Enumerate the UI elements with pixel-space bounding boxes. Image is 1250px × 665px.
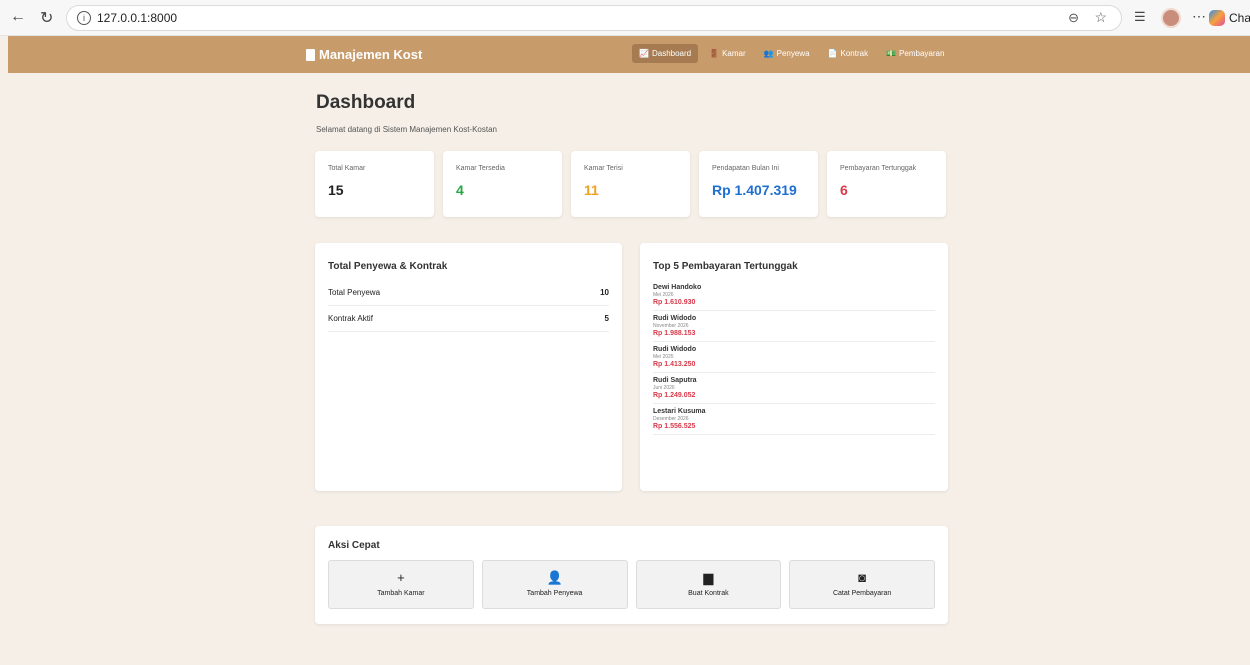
action-label: Buat Kontrak	[688, 590, 729, 597]
stats-row: Total Kamar 15 Kamar Tersedia 4 Kamar Te…	[315, 151, 948, 217]
record-payment-button[interactable]: ◙ Catat Pembayaran	[789, 560, 935, 609]
stat-value: 15	[328, 182, 344, 198]
favorites-list-icon[interactable]: ☰	[1134, 9, 1146, 25]
chat-button[interactable]: Chat	[1203, 6, 1250, 30]
overdue-month: Mei 2026	[653, 292, 674, 298]
money-icon: 💵	[886, 49, 897, 58]
add-room-button[interactable]: + Tambah Kamar	[328, 560, 474, 609]
add-tenant-button[interactable]: 👤 Tambah Penyewa	[481, 560, 628, 609]
overdue-name: Dewi Handoko	[653, 284, 702, 291]
overdue-name: Rudi Widodo	[653, 315, 697, 322]
overdue-item: Rudi Widodo November 2026 Rp 1.988.153	[653, 311, 935, 342]
stat-card-kamar-terisi: Kamar Terisi 11	[571, 151, 690, 217]
overdue-month: Juni 2026	[653, 385, 675, 391]
overdue-list: Dewi Handoko Mei 2026 Rp 1.610.930 Rudi …	[653, 280, 935, 435]
file-contract-icon: ▆	[703, 570, 714, 585]
nav-link-pembayaran[interactable]: 💵 Pembayaran	[879, 44, 951, 63]
overdue-item: Rudi Widodo Mei 2025 Rp 1.413.250	[653, 342, 935, 373]
page-title: Dashboard	[316, 92, 416, 113]
stat-value: 6	[840, 182, 848, 198]
summary-row: Kontrak Aktif 5	[328, 306, 609, 332]
overdue-amount: Rp 1.413.250	[653, 361, 696, 368]
app-navbar: Manajemen Kost 📈 Dashboard 🚪 Kamar 👥 Pen…	[8, 36, 1250, 73]
overdue-name: Lestari Kusuma	[653, 408, 706, 415]
nav-link-penyewa[interactable]: 👥 Penyewa	[757, 44, 817, 63]
nav-link-label: Penyewa	[776, 49, 810, 58]
stat-label: Pembayaran Tertunggak	[840, 165, 917, 172]
stat-label: Kamar Tersedia	[456, 165, 505, 172]
overdue-name: Rudi Widodo	[653, 346, 697, 353]
overdue-item: Dewi Handoko Mei 2026 Rp 1.610.930	[653, 280, 935, 311]
overdue-month: Desember 2026	[653, 416, 689, 422]
overdue-title: Top 5 Pembayaran Tertunggak	[653, 261, 798, 272]
chat-label: Chat	[1229, 11, 1250, 25]
overdue-month: November 2026	[653, 323, 689, 329]
create-contract-button[interactable]: ▆ Buat Kontrak	[635, 560, 782, 609]
plus-icon: +	[397, 570, 405, 585]
page-subtitle: Selamat datang di Sistem Manajemen Kost-…	[316, 125, 497, 134]
stat-card-total-kamar: Total Kamar 15	[315, 151, 434, 217]
back-arrow-icon[interactable]: ←	[10, 8, 26, 26]
zoom-icon[interactable]: ⊖	[1068, 10, 1079, 26]
site-info-icon[interactable]: i	[77, 11, 91, 25]
quick-actions-title: Aksi Cepat	[328, 540, 380, 551]
stat-label: Total Kamar	[328, 165, 366, 172]
overdue-amount: Rp 1.610.930	[653, 299, 696, 306]
overdue-name: Rudi Saputra	[653, 377, 697, 384]
nav-link-label: Pembayaran	[899, 49, 945, 58]
user-plus-icon: 👤	[546, 570, 563, 585]
stat-card-tertunggak: Pembayaran Tertunggak 6	[827, 151, 946, 217]
overdue-card: Top 5 Pembayaran Tertunggak Dewi Handoko…	[640, 243, 948, 491]
stat-label: Kamar Terisi	[584, 165, 623, 172]
nav-links: 📈 Dashboard 🚪 Kamar 👥 Penyewa 📄 Kontrak …	[632, 44, 951, 63]
brand-label: Manajemen Kost	[319, 47, 423, 62]
stat-value: 4	[456, 182, 464, 198]
quick-actions-row: + Tambah Kamar 👤 Tambah Penyewa ▆ Buat K…	[328, 560, 935, 609]
stat-card-pendapatan: Pendapatan Bulan Ini Rp 1.407.319	[699, 151, 818, 217]
action-label: Tambah Penyewa	[526, 590, 583, 597]
overdue-item: Rudi Saputra Juni 2026 Rp 1.249.052	[653, 373, 935, 404]
page-header: Dashboard Selamat datang di Sistem Manaj…	[316, 92, 948, 134]
profile-avatar[interactable]	[1161, 8, 1181, 28]
stat-value: Rp 1.407.319	[712, 182, 797, 198]
copilot-icon	[1209, 10, 1225, 26]
stat-value: 11	[584, 182, 599, 198]
chart-line-icon: 📈	[639, 49, 649, 58]
door-icon: 🚪	[709, 49, 720, 58]
url-text[interactable]: 127.0.0.1:8000	[97, 11, 177, 25]
overdue-amount: Rp 1.988.153	[653, 330, 696, 337]
brand-link[interactable]: Manajemen Kost	[306, 47, 422, 62]
browser-toolbar: ← ↻ i 127.0.0.1:8000 ⊖ ☆ ☰ ⋯ Chat	[0, 0, 1250, 36]
nav-link-label: Kontrak	[840, 49, 869, 58]
overdue-item: Lestari Kusuma Desember 2026 Rp 1.556.52…	[653, 404, 935, 435]
summary-row-label: Total Penyewa	[328, 288, 381, 297]
building-icon	[306, 48, 315, 61]
action-label: Tambah Kamar	[377, 590, 425, 597]
users-icon: 👥	[763, 49, 774, 58]
reload-icon[interactable]: ↻	[40, 8, 53, 28]
stat-label: Pendapatan Bulan Ini	[712, 165, 779, 172]
overdue-amount: Rp 1.249.052	[653, 392, 696, 399]
nav-link-label: Kamar	[722, 49, 746, 58]
overdue-month: Mei 2025	[653, 354, 674, 360]
nav-link-dashboard[interactable]: 📈 Dashboard	[632, 44, 699, 63]
nav-link-label: Dashboard	[651, 49, 692, 58]
nav-link-kamar[interactable]: 🚪 Kamar	[702, 44, 753, 63]
summary-row-label: Kontrak Aktif	[328, 314, 373, 323]
nav-link-kontrak[interactable]: 📄 Kontrak	[821, 44, 876, 63]
money-bill-icon: ◙	[858, 570, 867, 585]
summary-title: Total Penyewa & Kontrak	[328, 261, 448, 272]
quick-actions-card: Aksi Cepat + Tambah Kamar 👤 Tambah Penye…	[315, 526, 948, 624]
action-label: Catat Pembayaran	[832, 590, 892, 597]
overdue-amount: Rp 1.556.525	[653, 423, 696, 430]
summary-row-value: 5	[604, 314, 609, 323]
favorite-star-icon[interactable]: ☆	[1094, 9, 1107, 26]
address-bar[interactable]: i 127.0.0.1:8000 ⊖ ☆	[66, 5, 1122, 31]
file-icon: 📄	[827, 49, 838, 58]
summary-row-value: 10	[600, 288, 609, 297]
stat-card-kamar-tersedia: Kamar Tersedia 4	[443, 151, 562, 217]
summary-row: Total Penyewa 10	[328, 280, 609, 306]
summary-card: Total Penyewa & Kontrak Total Penyewa 10…	[315, 243, 622, 491]
